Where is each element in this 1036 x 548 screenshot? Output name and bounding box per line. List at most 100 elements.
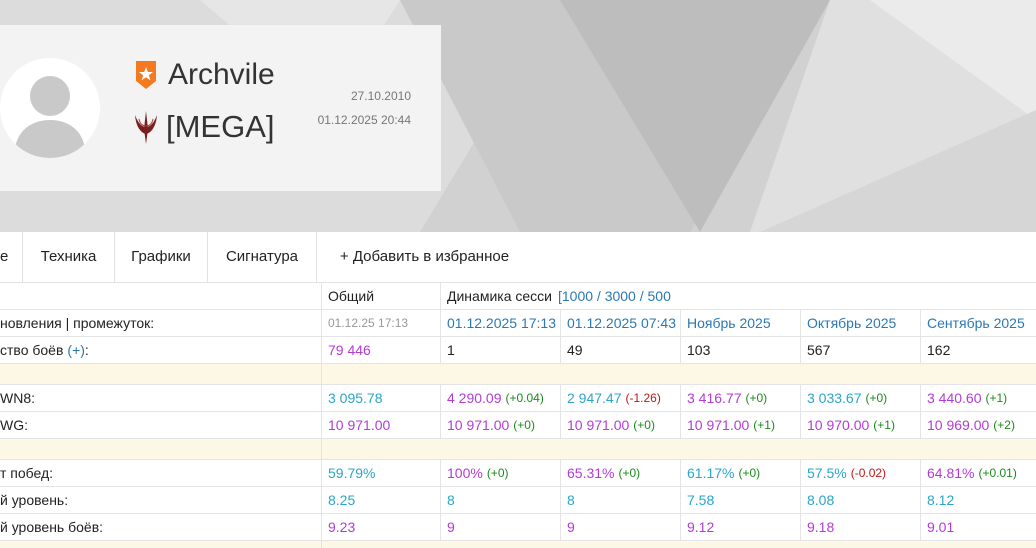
tab-signature[interactable]: Сигнатура	[208, 232, 317, 282]
winrate-september-delta: (+0.01)	[978, 466, 1017, 480]
row-label-wn8: WN8:	[0, 390, 35, 406]
winrate-session-2-value: 65.31%	[567, 465, 615, 481]
winrate-session-1-value: 100%	[447, 465, 483, 481]
separator-cell	[0, 541, 321, 548]
wg-november-delta: (+1)	[753, 418, 775, 432]
wg-october-value: 10 970.00	[807, 417, 870, 433]
battles-session-1-cell: 1	[440, 337, 560, 363]
table-row-winrate: т побед: 59.79% 100% (+0) 65.31% (+0) 61…	[0, 460, 1036, 487]
wn8-session-1-delta: (+0.04)	[505, 391, 544, 405]
separator-cell	[0, 364, 321, 384]
winrate-session-1-cell: 100% (+0)	[440, 460, 560, 486]
table-row-update-period: новления | промежуток: 01.12.25 17:13 01…	[0, 310, 1036, 337]
header-empty-cell	[0, 283, 321, 309]
header-filler	[680, 283, 1036, 309]
winrate-overall-cell: 59.79%	[321, 460, 440, 486]
battles-november-cell: 103	[680, 337, 800, 363]
table-row-avg-battle-level: й уровень боёв: 9.23 9 9 9.12 9.18 9.01	[0, 514, 1036, 541]
winrate-session-2-cell: 65.31% (+0)	[560, 460, 680, 486]
section-separator	[0, 439, 1036, 460]
row-label-avg-level: й уровень:	[0, 492, 69, 508]
period-session-2-link[interactable]: 01.12.2025 07:43	[560, 310, 680, 336]
winrate-october-value: 57.5%	[807, 465, 847, 481]
avg-battle-level-october-cell: 9.18	[800, 514, 920, 540]
period-november-link[interactable]: Ноябрь 2025	[680, 310, 800, 336]
avg-level-september-cell: 8.12	[920, 487, 1036, 513]
wn8-session-2-value: 2 947.47	[567, 390, 622, 406]
avg-level-october-cell: 8.08	[800, 487, 920, 513]
wg-session-1-value: 10 971.00	[447, 417, 510, 433]
table-row-wn8: WN8: 3 095.78 4 290.09 (+0.04) 2 947.47 …	[0, 385, 1036, 412]
avg-battle-level-september-cell: 9.01	[920, 514, 1036, 540]
period-session-1-link[interactable]: 01.12.2025 17:13	[440, 310, 560, 336]
wn8-november-cell: 3 416.77 (+0)	[680, 385, 800, 411]
wg-session-1-cell: 10 971.00 (+0)	[440, 412, 560, 438]
row-label-wg: WG:	[0, 417, 28, 433]
wn8-september-value: 3 440.60	[927, 390, 982, 406]
winrate-november-cell: 61.17% (+0)	[680, 460, 800, 486]
period-september-link[interactable]: Сентябрь 2025	[920, 310, 1036, 336]
session-range-link[interactable]: [1000 / 3000 / 500	[558, 288, 671, 304]
header-overall: Общий	[321, 283, 440, 309]
profile-tabs: е Техника Графики Сигнатура + Добавить в…	[0, 232, 1036, 283]
avg-battle-level-session-2-cell: 9	[560, 514, 680, 540]
last-battle-date: 01.12.2025 20:44	[317, 113, 411, 127]
wg-september-value: 10 969.00	[927, 417, 990, 433]
winrate-session-1-delta: (+0)	[486, 466, 509, 480]
battles-label-text: ство боёв	[0, 342, 64, 358]
wn8-overall-cell: 3 095.78	[321, 385, 440, 411]
winrate-november-delta: (+0)	[738, 466, 761, 480]
wg-overall-cell: 10 971.00	[321, 412, 440, 438]
wg-october-cell: 10 970.00 (+1)	[800, 412, 920, 438]
table-row-wg: WG: 10 971.00 10 971.00 (+0) 10 971.00 (…	[0, 412, 1036, 439]
row-label-battles: ство боёв (+) :	[0, 337, 321, 363]
player-name: Archvile	[168, 58, 275, 91]
battles-overall-cell: 79 446	[321, 337, 440, 363]
battles-expand-link[interactable]: (+)	[67, 342, 85, 358]
wn8-september-delta: (+1)	[985, 391, 1008, 405]
avg-level-session-1-cell: 8	[440, 487, 560, 513]
wn8-november-delta: (+0)	[745, 391, 768, 405]
avg-level-overall-cell: 8.25	[321, 487, 440, 513]
wn8-september-cell: 3 440.60 (+1)	[920, 385, 1036, 411]
winrate-november-value: 61.17%	[687, 465, 735, 481]
wn8-october-delta: (+0)	[865, 391, 888, 405]
tab-charts[interactable]: Графики	[115, 232, 208, 282]
wg-november-cell: 10 971.00 (+1)	[680, 412, 800, 438]
wn8-session-1-cell: 4 290.09 (+0.04)	[440, 385, 560, 411]
avg-battle-level-november-cell: 9.12	[680, 514, 800, 540]
wn8-session-2-cell: 2 947.47 (-1.26)	[560, 385, 680, 411]
wg-november-value: 10 971.00	[687, 417, 750, 433]
clan-row[interactable]: [MEGA]	[132, 105, 275, 149]
battles-label-suffix: :	[84, 342, 89, 358]
add-to-favorites-button[interactable]: + Добавить в избранное	[317, 232, 532, 282]
update-overall-cell: 01.12.25 17:13	[321, 310, 440, 336]
wg-session-2-cell: 10 971.00 (+0)	[560, 412, 680, 438]
battles-session-2-cell: 49	[560, 337, 680, 363]
wn8-november-value: 3 416.77	[687, 390, 742, 406]
user-silhouette-icon	[14, 76, 86, 158]
row-label-update-period: новления | промежуток:	[0, 315, 155, 331]
avg-level-november-cell: 7.58	[680, 487, 800, 513]
separator-cell	[321, 364, 1036, 384]
wn8-overall-value: 3 095.78	[328, 390, 383, 406]
avg-battle-level-overall-cell: 9.23	[321, 514, 440, 540]
avg-battle-level-session-1-cell: 9	[440, 514, 560, 540]
tab-vehicles[interactable]: Техника	[23, 232, 115, 282]
winrate-october-cell: 57.5% (-0.02)	[800, 460, 920, 486]
winrate-september-cell: 64.81% (+0.01)	[920, 460, 1036, 486]
section-separator	[0, 364, 1036, 385]
wn8-october-cell: 3 033.67 (+0)	[800, 385, 920, 411]
winrate-session-2-delta: (+0)	[618, 466, 641, 480]
table-header-row: Общий Динамика сесси [1000 / 3000 / 500	[0, 283, 1036, 310]
winrate-october-delta: (-0.02)	[850, 466, 887, 480]
table-row-avg-level: й уровень: 8.25 8 8 7.58 8.08 8.12	[0, 487, 1036, 514]
period-october-link[interactable]: Октябрь 2025	[800, 310, 920, 336]
wg-session-2-value: 10 971.00	[567, 417, 630, 433]
registered-date: 27.10.2010	[350, 89, 411, 103]
wg-september-delta: (+2)	[993, 418, 1015, 432]
tab-overview[interactable]: е	[0, 232, 23, 282]
winrate-september-value: 64.81%	[927, 465, 975, 481]
table-row-battles: ство боёв (+) : 79 446 1 49 103 567 162	[0, 337, 1036, 364]
wn8-session-1-value: 4 290.09	[447, 390, 502, 406]
